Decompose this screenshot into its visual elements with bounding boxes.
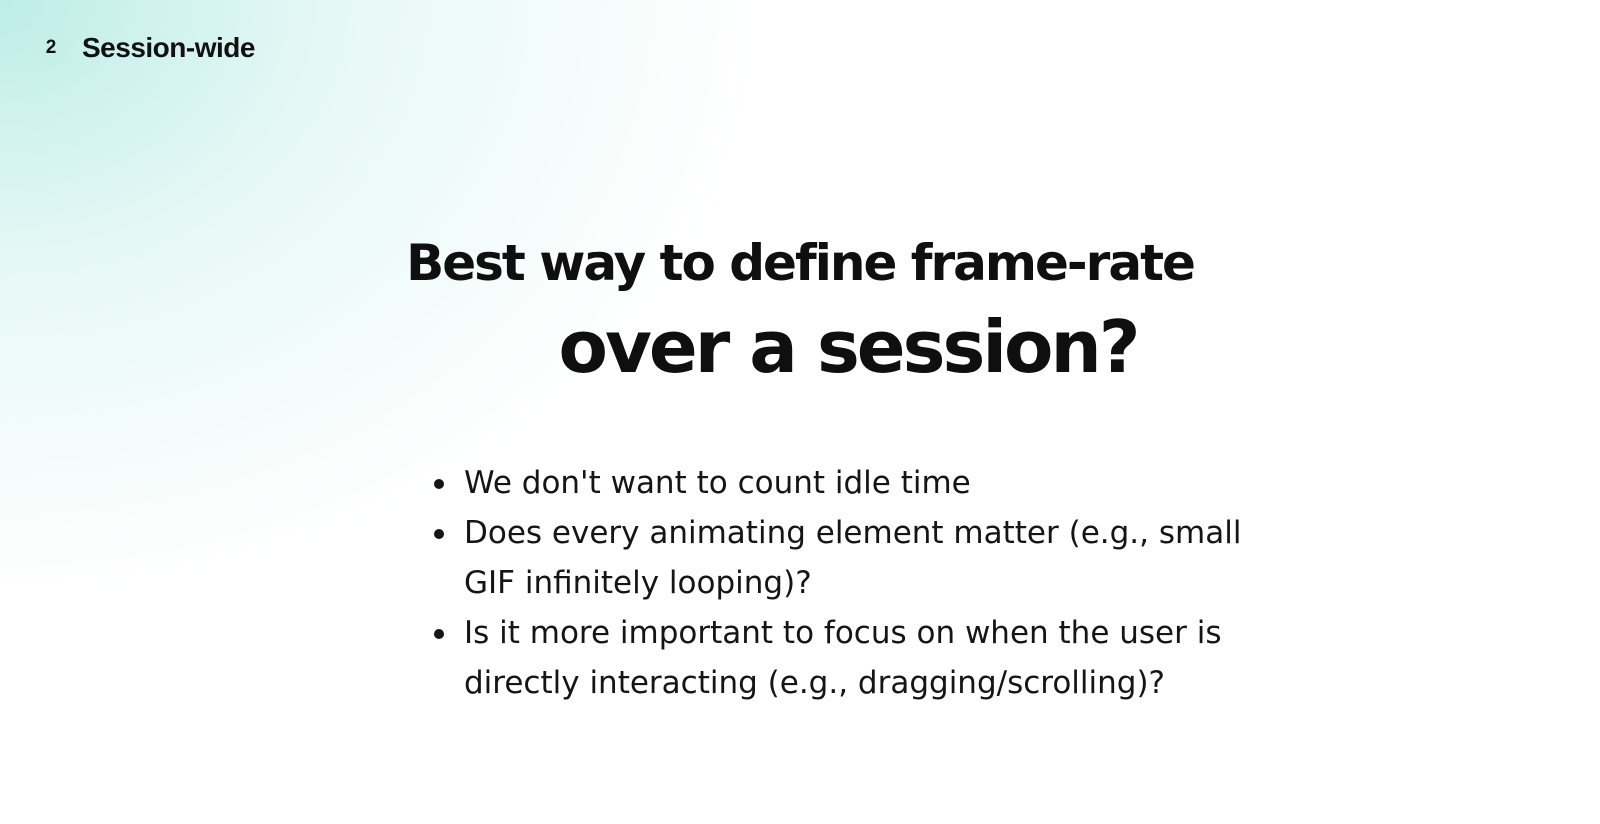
bullet-item: Does every animating element matter (e.g… bbox=[434, 508, 1294, 608]
bullet-dot-icon bbox=[434, 479, 444, 489]
section-indicator: 2 Session-wide bbox=[32, 29, 255, 67]
section-number-badge: 2 bbox=[32, 29, 70, 67]
bullet-list: We don't want to count idle time Does ev… bbox=[434, 458, 1294, 708]
bullet-text: We don't want to count idle time bbox=[464, 465, 971, 501]
bullet-text: Does every animating element matter (e.g… bbox=[464, 515, 1242, 601]
bullet-dot-icon bbox=[434, 629, 444, 639]
slide-title-line-2: over a session? bbox=[558, 305, 1140, 389]
section-label: Session-wide bbox=[82, 32, 255, 63]
bullet-item: Is it more important to focus on when th… bbox=[434, 608, 1294, 708]
slide-title-line-1: Best way to define frame-rate bbox=[406, 234, 1196, 292]
bullet-item: We don't want to count idle time bbox=[434, 458, 1294, 508]
bullet-dot-icon bbox=[434, 529, 444, 539]
bullet-text: Is it more important to focus on when th… bbox=[464, 615, 1222, 701]
